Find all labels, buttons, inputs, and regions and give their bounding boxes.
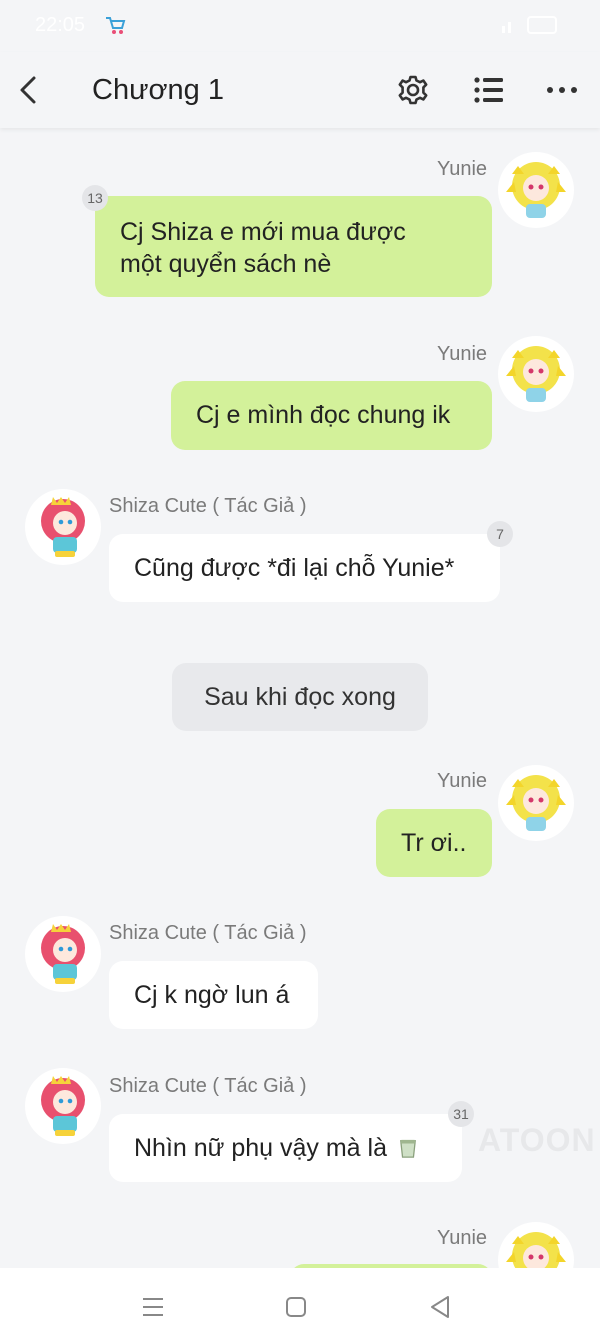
message-bubble[interactable]: Cj Shiza e mới mua được một quyển sách n… (95, 196, 492, 297)
chat-list[interactable]: Yunie Cj Shiza e mới mua được một quyển … (0, 128, 600, 1268)
avatar-yunie[interactable] (498, 336, 574, 412)
narration-bubble[interactable]: Sau khi đọc xong (172, 663, 428, 731)
message-bubble[interactable]: Cũng được *đi lại chỗ Yunie* (109, 534, 500, 602)
yunie-avatar-icon (506, 346, 566, 402)
sender-name: Yunie (437, 158, 488, 180)
system-nav-bar (0, 1268, 600, 1343)
message-text: Tr ơi.. (401, 829, 467, 857)
message-text-line: một quyển sách nè (120, 250, 332, 278)
yunie-avatar-icon (506, 1232, 566, 1268)
avatar-shiza[interactable] (25, 489, 101, 565)
message-bubble[interactable]: Nhìn nữ phụ vậy mà là (109, 1114, 462, 1182)
message-bubble[interactable]: Cj e mình đọc chung ik (171, 381, 492, 450)
avatar-yunie[interactable] (498, 1222, 574, 1268)
narration-text: Sau khi đọc xong (204, 683, 396, 711)
sender-name: Yunie (437, 1227, 488, 1249)
sender-name: Shiza Cute ( Tác Giả ) (109, 1075, 307, 1097)
shiza-avatar-icon (41, 924, 85, 984)
message-bubble[interactable]: Tr ơi.. (376, 809, 492, 877)
back-arrow-icon[interactable] (12, 68, 52, 112)
avatar-shiza[interactable] (25, 1068, 101, 1144)
watermark: ATOON (478, 1122, 596, 1158)
message-text: Nhìn nữ phụ vậy mà là (134, 1134, 387, 1162)
comment-count-badge[interactable]: 31 (448, 1101, 474, 1127)
shiza-avatar-icon (41, 1076, 85, 1136)
status-indicators-icon (502, 16, 557, 34)
shiza-avatar-icon (41, 497, 85, 557)
gear-icon[interactable] (393, 70, 433, 110)
avatar-yunie[interactable] (498, 152, 574, 228)
message-text: Cũng được *đi lại chỗ Yunie* (134, 554, 455, 582)
message-text: Cj k ngờ lun á (134, 981, 290, 1009)
message-text: Cj e mình đọc chung ik (196, 401, 451, 429)
yunie-avatar-icon (506, 162, 566, 218)
home-square-icon[interactable] (279, 1290, 313, 1324)
back-triangle-icon[interactable] (423, 1290, 457, 1324)
sender-name: Shiza Cute ( Tác Giả ) (109, 922, 307, 944)
page-title: Chương 1 (92, 74, 224, 106)
cup-icon (399, 1139, 416, 1158)
message-bubble[interactable]: Cj k ngờ lun á (109, 961, 318, 1029)
status-bar: 22:05 (0, 0, 600, 52)
status-time: 22:05 (35, 14, 86, 36)
more-options-icon[interactable] (540, 70, 584, 110)
yunie-avatar-icon (506, 775, 566, 831)
message-text-line: Cj Shiza e mới mua được (120, 218, 406, 246)
sender-name: Shiza Cute ( Tác Giả ) (109, 495, 307, 517)
comment-count-badge[interactable]: 7 (487, 521, 513, 547)
avatar-shiza[interactable] (25, 916, 101, 992)
chapter-list-icon[interactable] (468, 70, 508, 110)
menu-icon[interactable] (136, 1290, 170, 1324)
sender-name: Yunie (437, 770, 488, 792)
avatar-yunie[interactable] (498, 765, 574, 841)
sender-name: Yunie (437, 343, 488, 365)
comment-count-badge[interactable]: 13 (82, 185, 108, 211)
shopping-cart-icon (106, 17, 126, 34)
app-bar: Chương 1 (0, 52, 600, 128)
